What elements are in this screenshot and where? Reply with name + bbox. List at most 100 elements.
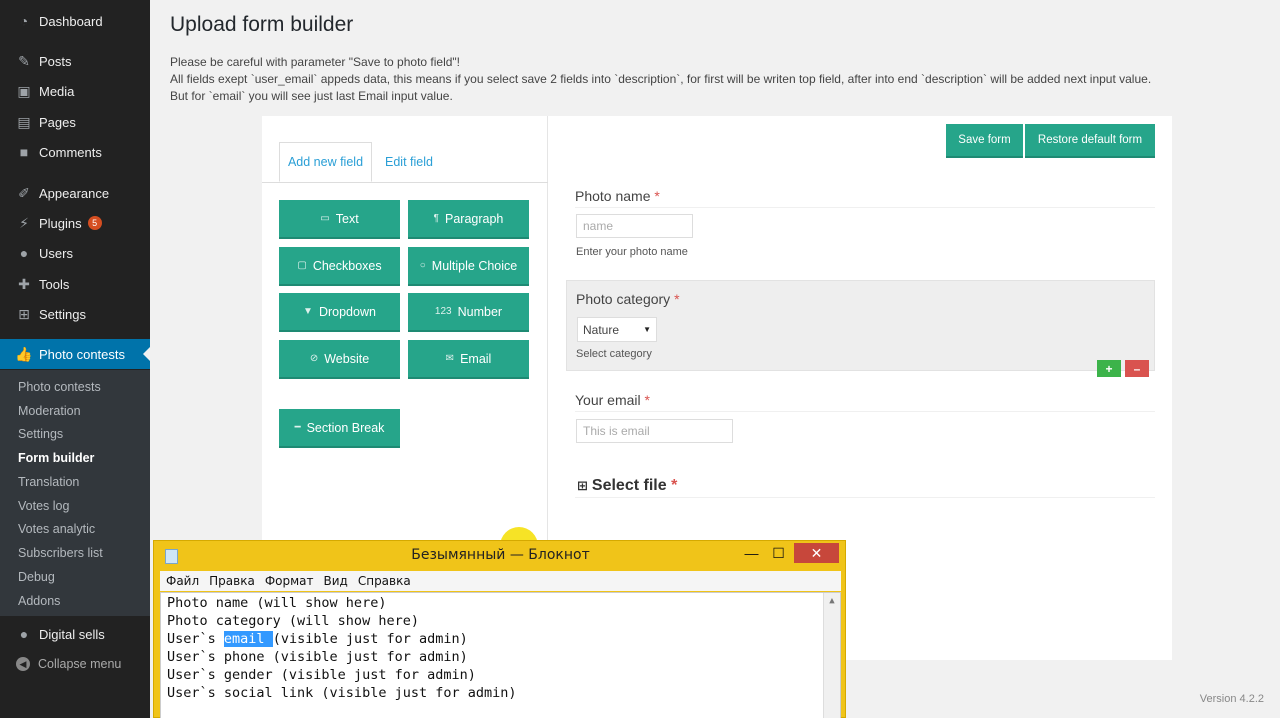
submenu-votes-analytic[interactable]: Votes analytic	[18, 522, 95, 536]
submenu-votes-log[interactable]: Votes log	[18, 499, 69, 513]
button-label: Number	[457, 304, 503, 319]
submenu-moderation[interactable]: Moderation	[18, 404, 81, 418]
restore-default-form-button[interactable]: Restore default form	[1025, 124, 1155, 158]
field-divider	[575, 497, 1155, 498]
close-button[interactable]: ✕	[794, 543, 839, 563]
checkbox-icon: ▢	[297, 260, 307, 271]
submenu-translation[interactable]: Translation	[18, 475, 79, 489]
menu-view[interactable]: Вид	[324, 574, 348, 588]
text-segment: User`s	[167, 631, 224, 647]
add-text-field-button[interactable]: ▭ Text	[279, 200, 400, 239]
submenu-settings[interactable]: Settings	[18, 427, 63, 441]
save-form-button[interactable]: Save form	[946, 124, 1023, 158]
menu-help[interactable]: Справка	[358, 574, 411, 588]
remove-field-button[interactable]: –	[1125, 360, 1149, 377]
your-email-label: Your email *	[575, 392, 650, 408]
button-label: Checkboxes	[312, 258, 382, 273]
menu-label: Posts	[39, 53, 72, 69]
add-multiple-choice-field-button[interactable]: ○ Multiple Choice	[408, 247, 529, 286]
maximize-button[interactable]: ☐	[766, 543, 791, 563]
thumbs-up-icon: 👍	[15, 345, 33, 362]
tab-add-new-field[interactable]: Add new field	[279, 142, 372, 182]
required-mark: *	[644, 392, 650, 408]
pages-icon: ▤	[17, 113, 31, 130]
notepad-text-area[interactable]: Photo name (will show here) Photo catego…	[160, 592, 841, 718]
menu-edit[interactable]: Правка	[209, 574, 255, 588]
text-segment: (visible just for admin)	[272, 631, 468, 647]
menu-dashboard[interactable]: ◔ Dashboard	[0, 6, 150, 36]
menu-photo-contests[interactable]: 👍 Photo contests	[0, 339, 150, 369]
button-label: Email	[460, 351, 492, 366]
notice-line-1: Please be careful with parameter "Save t…	[170, 55, 461, 69]
add-dropdown-field-button[interactable]: ▼ Dropdown	[279, 293, 400, 332]
admin-sidebar: ◔ Dashboard ✎ Posts ▣ Media ▤ Pages ■ Co…	[0, 0, 150, 718]
button-label: Text	[335, 211, 359, 226]
vertical-scrollbar[interactable]: ▲	[823, 593, 840, 718]
photo-category-select[interactable]: Nature ▼	[577, 317, 657, 342]
button-label: Section Break	[306, 420, 385, 435]
menu-settings[interactable]: ⊞ Settings	[0, 299, 150, 329]
menu-posts[interactable]: ✎ Posts	[0, 46, 150, 76]
menu-users[interactable]: ● Users	[0, 238, 150, 268]
menu-file[interactable]: Файл	[166, 574, 199, 588]
notepad-window[interactable]: Безымянный — Блокнот — ☐ ✕ Файл Правка Ф…	[153, 540, 846, 718]
add-website-field-button[interactable]: ⊘ Website	[279, 340, 400, 379]
brush-icon: ✐	[18, 184, 30, 201]
text-line: User`s phone (visible just for admin)	[167, 649, 468, 665]
add-section-break-button[interactable]: ━ Section Break	[279, 409, 400, 448]
settings-icon: ⊞	[18, 305, 30, 322]
selected-text: email	[223, 631, 273, 647]
tab-divider	[262, 182, 548, 183]
label-text: Select file	[591, 477, 667, 494]
photo-category-help: Select category	[576, 348, 652, 360]
tab-edit-field[interactable]: Edit field	[374, 142, 444, 182]
menu-media[interactable]: ▣ Media	[0, 76, 150, 106]
button-label: Dropdown	[318, 304, 376, 319]
add-email-field-button[interactable]: ✉ Email	[408, 340, 529, 379]
add-field-button[interactable]: +	[1097, 360, 1121, 377]
add-number-field-button[interactable]: 123 Number	[408, 293, 529, 332]
submenu-photo-contests[interactable]: Photo contests	[18, 380, 101, 394]
menu-format[interactable]: Формат	[265, 574, 314, 588]
menu-label: Media	[39, 83, 75, 99]
collapse-menu-button[interactable]: ◀ Collapse menu	[16, 657, 121, 671]
menu-tools[interactable]: ✚ Tools	[0, 269, 150, 299]
photo-contests-submenu: Photo contests Moderation Settings Form …	[0, 370, 150, 616]
plugin-icon: ⚡	[19, 214, 29, 231]
scroll-up-icon[interactable]: ▲	[827, 596, 837, 606]
media-icon: ▣	[17, 82, 31, 99]
dashboard-icon: ◔	[19, 13, 29, 29]
menu-pages[interactable]: ▤ Pages	[0, 107, 150, 137]
add-paragraph-field-button[interactable]: ¶ Paragraph	[408, 200, 529, 239]
file-upload-icon: ⊞	[577, 478, 588, 493]
label-text: Photo category	[576, 291, 671, 307]
caret-down-icon: ▼	[303, 306, 313, 317]
menu-comments[interactable]: ■ Comments	[0, 137, 150, 167]
menu-label: Plugins	[39, 215, 82, 231]
submenu-debug[interactable]: Debug	[18, 570, 55, 584]
photo-name-help: Enter your photo name	[576, 246, 688, 258]
your-email-input[interactable]: This is email	[576, 419, 733, 443]
photo-name-input[interactable]: name	[576, 214, 693, 238]
button-label: Multiple Choice	[431, 258, 518, 273]
submenu-subscribers-list[interactable]: Subscribers list	[18, 546, 103, 560]
menu-label: Comments	[39, 144, 102, 160]
text-line: Photo category (will show here)	[167, 613, 419, 629]
notice-line-3: But for `email` you will see just last E…	[170, 89, 453, 103]
photo-category-field-box[interactable]: Photo category * Nature ▼ Select categor…	[566, 280, 1155, 377]
submenu-form-builder[interactable]: Form builder	[18, 451, 94, 465]
minimize-button[interactable]: —	[739, 543, 764, 563]
menu-label: Photo contests	[39, 346, 125, 362]
photo-name-label: Photo name *	[575, 188, 660, 204]
submenu-addons[interactable]: Addons	[18, 594, 60, 608]
add-checkboxes-field-button[interactable]: ▢ Checkboxes	[279, 247, 400, 286]
button-label: Website	[324, 351, 370, 366]
photo-category-label: Photo category *	[576, 291, 680, 307]
menu-label: Appearance	[39, 185, 110, 201]
menu-appearance[interactable]: ✐ Appearance	[0, 178, 150, 208]
wrench-icon: ✚	[18, 275, 30, 292]
page-title: Upload form builder	[170, 13, 354, 36]
menu-digital-sells[interactable]: ● Digital sells	[0, 619, 150, 649]
menu-plugins[interactable]: ⚡ Plugins 5	[0, 208, 150, 238]
paragraph-icon: ¶	[433, 213, 439, 224]
